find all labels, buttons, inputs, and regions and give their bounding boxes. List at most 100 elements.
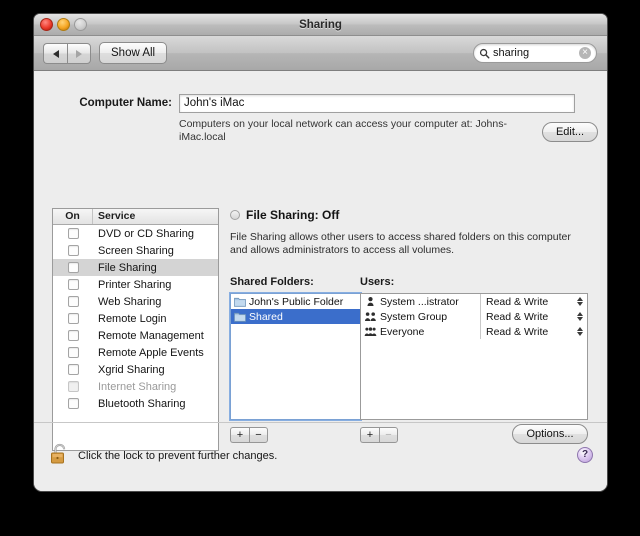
permission-stepper-icon[interactable] [577, 312, 583, 321]
window-title: Sharing [34, 14, 607, 36]
service-label: Remote Login [93, 313, 218, 325]
permission-stepper-icon[interactable] [577, 297, 583, 306]
window-titlebar: Sharing [34, 14, 607, 36]
service-checkbox-cell [53, 262, 93, 273]
service-row[interactable]: DVD or CD Sharing [53, 225, 218, 242]
search-icon [479, 48, 490, 59]
service-label: Printer Sharing [93, 279, 218, 291]
permission-cell[interactable]: Read & Write [481, 296, 587, 308]
service-checkbox [68, 381, 79, 392]
back-button[interactable] [43, 43, 67, 64]
permission-value: Read & Write [486, 326, 548, 338]
help-button[interactable]: ? [577, 447, 593, 463]
close-button[interactable] [40, 18, 53, 31]
permission-value: Read & Write [486, 311, 548, 323]
user-name-cell: System ...istrator [361, 294, 481, 309]
service-checkbox[interactable] [68, 347, 79, 358]
user-name: Everyone [380, 326, 424, 338]
service-label: Screen Sharing [93, 245, 218, 257]
group-three-icon [364, 326, 377, 337]
search-field[interactable]: sharing × [473, 43, 597, 63]
service-row[interactable]: Xgrid Sharing [53, 361, 218, 378]
clear-search-icon[interactable]: × [579, 47, 591, 59]
service-checkbox[interactable] [68, 296, 79, 307]
service-row[interactable]: Bluetooth Sharing [53, 395, 218, 412]
minimize-button[interactable] [57, 18, 70, 31]
window-traffic-lights [40, 18, 87, 31]
user-row[interactable]: System Group Read & Write [361, 309, 587, 324]
service-label: DVD or CD Sharing [93, 228, 218, 240]
shared-folder-row[interactable]: Shared [231, 309, 360, 324]
user-row[interactable]: Everyone Read & Write [361, 324, 587, 339]
file-sharing-detail-pane: File Sharing: Off File Sharing allows ot… [230, 208, 590, 257]
service-checkbox[interactable] [68, 313, 79, 324]
lock-instruction-text: Click the lock to prevent further change… [78, 450, 277, 462]
service-checkbox[interactable] [68, 279, 79, 290]
service-checkbox[interactable] [68, 262, 79, 273]
shared-folder-name: Shared [249, 311, 283, 323]
status-description: File Sharing allows other users to acces… [230, 231, 578, 257]
unlocked-padlock-icon[interactable] [50, 442, 70, 466]
service-row[interactable]: Internet Sharing [53, 378, 218, 395]
user-name: System ...istrator [380, 296, 459, 308]
search-input[interactable]: sharing [493, 47, 579, 59]
status-row: File Sharing: Off [230, 208, 590, 222]
users-label: Users: [360, 276, 394, 288]
service-checkbox[interactable] [68, 398, 79, 409]
service-label: Remote Apple Events [93, 347, 218, 359]
service-checkbox-cell [53, 347, 93, 358]
folder-icon [234, 297, 246, 307]
chevron-left-icon [53, 50, 59, 58]
service-checkbox[interactable] [68, 330, 79, 341]
service-row[interactable]: Web Sharing [53, 293, 218, 310]
service-row[interactable]: Remote Apple Events [53, 344, 218, 361]
service-checkbox[interactable] [68, 228, 79, 239]
shared-folders-label: Shared Folders: [230, 276, 314, 288]
computer-name-input[interactable]: John's iMac [179, 94, 575, 113]
lock-bar-divider [34, 422, 607, 423]
computer-name-hint: Computers on your local network can acce… [179, 118, 529, 143]
group-two-icon [364, 311, 377, 322]
service-label: Web Sharing [93, 296, 218, 308]
service-row[interactable]: Printer Sharing [53, 276, 218, 293]
service-row[interactable]: Remote Management [53, 327, 218, 344]
services-rows: DVD or CD Sharing Screen Sharing File Shar… [53, 225, 218, 412]
computer-name-label: Computer Name: [76, 97, 172, 109]
service-label: Bluetooth Sharing [93, 398, 218, 410]
service-row[interactable]: Screen Sharing [53, 242, 218, 259]
user-name-cell: Everyone [361, 324, 481, 339]
single-user-icon [364, 296, 377, 307]
lock-bar: Click the lock to prevent further change… [34, 422, 607, 492]
service-label: Remote Management [93, 330, 218, 342]
service-checkbox-cell [53, 364, 93, 375]
permission-stepper-icon[interactable] [577, 327, 583, 336]
status-label: File Sharing: Off [246, 208, 339, 222]
service-row[interactable]: Remote Login [53, 310, 218, 327]
service-row[interactable]: File Sharing [53, 259, 218, 276]
preferences-toolbar: Show All sharing × [34, 36, 607, 71]
permission-cell[interactable]: Read & Write [481, 326, 587, 338]
service-checkbox[interactable] [68, 245, 79, 256]
users-list[interactable]: System ...istratorRead & WriteSystem Gro… [360, 293, 588, 420]
user-name: System Group [380, 311, 447, 323]
permission-cell[interactable]: Read & Write [481, 311, 587, 323]
navigation-buttons [43, 43, 91, 64]
service-checkbox-cell [53, 381, 93, 392]
service-checkbox-cell [53, 245, 93, 256]
shared-folder-name: John's Public Folder [249, 296, 343, 308]
services-list[interactable]: On Service DVD or CD SharingScreen Shari… [52, 208, 219, 451]
service-label: Xgrid Sharing [93, 364, 218, 376]
service-checkbox[interactable] [68, 364, 79, 375]
status-indicator-icon [230, 210, 240, 220]
service-checkbox-cell [53, 398, 93, 409]
shared-folders-list[interactable]: John's Public Folder Shared [230, 293, 361, 420]
shared-folder-row[interactable]: John's Public Folder [231, 294, 360, 309]
edit-button[interactable]: Edit... [542, 122, 598, 142]
show-all-button[interactable]: Show All [99, 42, 167, 64]
folder-icon [234, 312, 246, 322]
permission-value: Read & Write [486, 296, 548, 308]
user-row[interactable]: System ...istrator Read & Write [361, 294, 587, 309]
service-checkbox-cell [53, 330, 93, 341]
column-header-service: Service [93, 209, 218, 224]
service-checkbox-cell [53, 296, 93, 307]
